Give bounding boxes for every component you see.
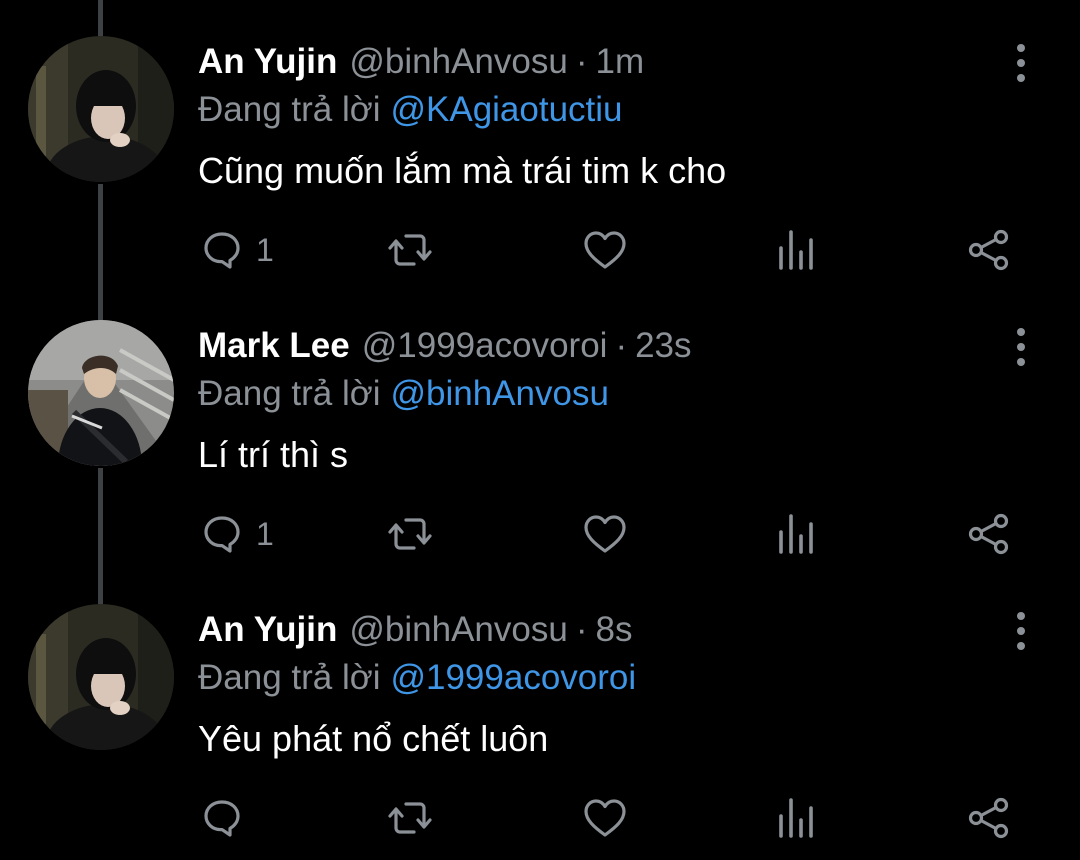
tweet-text: Lí trí thì s (198, 434, 349, 475)
reply-icon (204, 800, 240, 837)
tweet[interactable]: An Yujin @binhAnvosu · 1m Đang trả lời @K… (0, 0, 1080, 284)
replying-label: Đang trả lời (198, 374, 381, 413)
avatar[interactable] (28, 36, 174, 182)
display-name[interactable]: An Yujin (198, 610, 337, 650)
retweet-button[interactable] (386, 796, 434, 840)
avatar[interactable] (28, 604, 174, 750)
reply-button[interactable]: 1 (200, 512, 274, 556)
avatar[interactable] (28, 320, 174, 466)
like-button[interactable] (582, 512, 628, 556)
replying-label: Đang trả lời (198, 90, 381, 129)
tweet-text: Yêu phát nổ chết luôn (198, 718, 549, 759)
share-icon (968, 229, 1009, 271)
retweet-icon (388, 518, 432, 550)
reply-count: 1 (256, 231, 274, 268)
reply-button[interactable] (200, 796, 256, 840)
replying-to: Đang trả lời @1999acovoroi (198, 658, 636, 698)
replying-to: Đang trả lời @KAgiaotuctiu (198, 90, 623, 130)
share-button[interactable] (966, 512, 1012, 556)
separator-dot: · (615, 326, 628, 365)
like-icon (584, 515, 626, 553)
user-handle[interactable]: @1999acovoroi (362, 326, 608, 366)
reply-thread: An Yujin @binhAnvosu · 1m Đang trả lời @K… (0, 0, 1080, 860)
views-icon (779, 514, 813, 554)
replying-to: Đang trả lời @binhAnvosu (198, 374, 609, 414)
share-button[interactable] (966, 796, 1012, 840)
retweet-button[interactable] (386, 228, 434, 272)
avatar-girl-photo (28, 36, 174, 182)
more-options-icon[interactable] (1004, 612, 1038, 650)
avatar-boy-photo (28, 320, 174, 466)
separator-dot: · (575, 42, 588, 81)
retweet-button[interactable] (386, 512, 434, 556)
share-icon (968, 513, 1009, 555)
retweet-icon (388, 234, 432, 266)
timestamp[interactable]: 23s (635, 326, 691, 366)
share-button[interactable] (966, 228, 1012, 272)
reply-count: 1 (256, 515, 274, 552)
more-options-icon[interactable] (1004, 44, 1038, 82)
tweet[interactable]: An Yujin @binhAnvosu · 8s Đang trả lời @1… (0, 568, 1080, 852)
views-icon (779, 230, 813, 270)
user-handle[interactable]: @binhAnvosu (349, 610, 567, 650)
avatar-girl-photo (28, 604, 174, 750)
tweet-text: Cũng muốn lắm mà trái tim k cho (198, 150, 727, 191)
more-options-icon[interactable] (1004, 328, 1038, 366)
mention-link[interactable]: @1999acovoroi (390, 658, 636, 697)
action-bar: 1 (0, 512, 1080, 556)
like-button[interactable] (582, 228, 628, 272)
mention-link[interactable]: @KAgiaotuctiu (390, 90, 622, 129)
reply-button[interactable]: 1 (200, 228, 274, 272)
like-icon (584, 799, 626, 837)
timestamp[interactable]: 1m (595, 42, 644, 82)
views-button[interactable] (776, 796, 816, 840)
tweet-header: An Yujin @binhAnvosu · 1m (198, 42, 644, 86)
like-button[interactable] (582, 796, 628, 840)
tweet-header: Mark Lee @1999acovoroi · 23s (198, 326, 692, 370)
timestamp[interactable]: 8s (595, 610, 632, 650)
share-icon (968, 797, 1009, 839)
like-icon (584, 231, 626, 269)
replying-label: Đang trả lời (198, 658, 381, 697)
mention-link[interactable]: @binhAnvosu (390, 374, 608, 413)
reply-icon (204, 516, 240, 553)
user-handle[interactable]: @binhAnvosu (349, 42, 567, 82)
reply-icon (204, 232, 240, 269)
tweet-header: An Yujin @binhAnvosu · 8s (198, 610, 632, 654)
display-name[interactable]: Mark Lee (198, 326, 350, 366)
display-name[interactable]: An Yujin (198, 42, 337, 82)
views-button[interactable] (776, 512, 816, 556)
retweet-icon (388, 802, 432, 834)
action-bar: 1 (0, 228, 1080, 272)
action-bar (0, 796, 1080, 840)
views-button[interactable] (776, 228, 816, 272)
separator-dot: · (575, 610, 588, 649)
views-icon (779, 798, 813, 838)
tweet[interactable]: Mark Lee @1999acovoroi · 23s Đang trả lờ… (0, 284, 1080, 568)
